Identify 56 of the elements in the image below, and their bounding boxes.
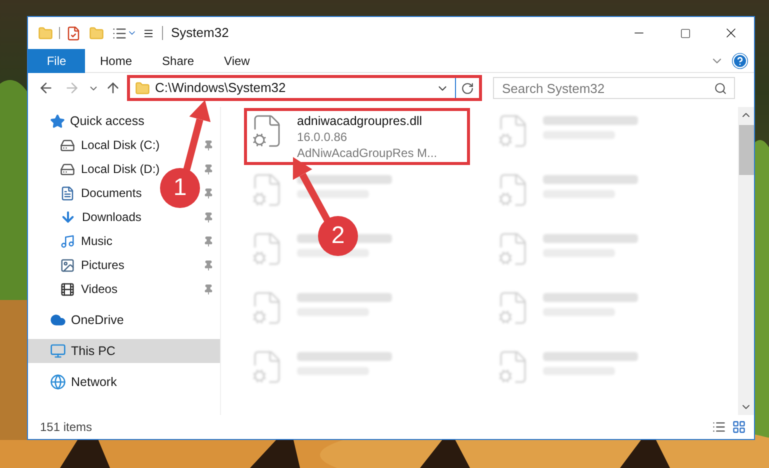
view-icon[interactable] bbox=[112, 26, 127, 40]
nav-item[interactable]: Documents bbox=[81, 184, 142, 202]
search-field[interactable]: Search System32 bbox=[493, 77, 735, 99]
nav-item[interactable]: Downloads bbox=[82, 208, 142, 226]
pin-icon[interactable] bbox=[203, 140, 214, 150]
nav-item[interactable]: Quick access bbox=[28, 109, 220, 133]
pin-icon[interactable] bbox=[203, 164, 214, 174]
forward-icon[interactable] bbox=[64, 80, 80, 96]
pin-icon[interactable] bbox=[203, 236, 214, 246]
document-icon bbox=[60, 186, 75, 200]
folder-icon bbox=[135, 80, 150, 96]
scrollbar[interactable] bbox=[738, 107, 754, 415]
window-title: System32 bbox=[171, 24, 229, 42]
pin-icon[interactable] bbox=[203, 188, 214, 198]
nav-item[interactable]: Local Disk (D:) bbox=[81, 160, 160, 178]
scrollbar-thumb[interactable] bbox=[738, 125, 754, 175]
folder-icon[interactable] bbox=[89, 26, 104, 40]
network-icon bbox=[50, 374, 66, 390]
film-icon bbox=[60, 282, 75, 296]
up-icon[interactable] bbox=[105, 80, 121, 96]
customize-icon[interactable] bbox=[143, 28, 154, 38]
details-view-icon[interactable] bbox=[712, 420, 726, 434]
refresh-icon[interactable] bbox=[461, 82, 474, 94]
item-count: 151 items bbox=[40, 419, 92, 436]
cloud-icon bbox=[50, 312, 66, 328]
properties-icon[interactable] bbox=[66, 26, 81, 40]
nav-item[interactable]: Network bbox=[28, 370, 220, 394]
address-bar[interactable]: C:\Windows\System32 bbox=[127, 75, 482, 101]
nav-item[interactable]: This PC bbox=[28, 339, 220, 363]
folder-icon[interactable] bbox=[38, 26, 53, 40]
drive-icon bbox=[60, 138, 75, 152]
search-icon[interactable] bbox=[714, 82, 727, 95]
music-icon bbox=[60, 234, 75, 248]
pin-icon[interactable] bbox=[203, 260, 214, 270]
nav-item[interactable]: Pictures bbox=[81, 256, 124, 274]
tiles-view-icon[interactable] bbox=[732, 420, 746, 434]
download-icon bbox=[60, 209, 76, 225]
file-button[interactable]: File bbox=[28, 48, 85, 72]
ribbon-tab[interactable]: Share bbox=[147, 48, 210, 72]
nav-item[interactable]: Local Disk (C:) bbox=[81, 136, 160, 154]
monitor-icon bbox=[50, 343, 66, 359]
file-item[interactable]: adniwacadgroupres.dll 16.0.0.86 AdNiwAcadGroupRes M... bbox=[244, 108, 470, 165]
maximize-icon[interactable] bbox=[680, 28, 690, 38]
nav-item[interactable]: OneDrive bbox=[28, 308, 220, 332]
nav-item[interactable]: Music bbox=[81, 232, 112, 250]
pin-icon[interactable] bbox=[203, 212, 214, 222]
nav-item[interactable]: Videos bbox=[81, 280, 118, 298]
ribbon-tab[interactable]: Home bbox=[85, 48, 148, 72]
star-icon bbox=[50, 114, 65, 128]
back-icon[interactable] bbox=[38, 80, 54, 96]
ribbon-tab[interactable]: View bbox=[209, 48, 265, 72]
drive-icon bbox=[60, 162, 75, 176]
pin-icon[interactable] bbox=[203, 284, 214, 294]
address-path: C:\Windows\System32 bbox=[155, 79, 287, 98]
picture-icon bbox=[60, 258, 75, 272]
help-icon[interactable] bbox=[732, 52, 748, 68]
